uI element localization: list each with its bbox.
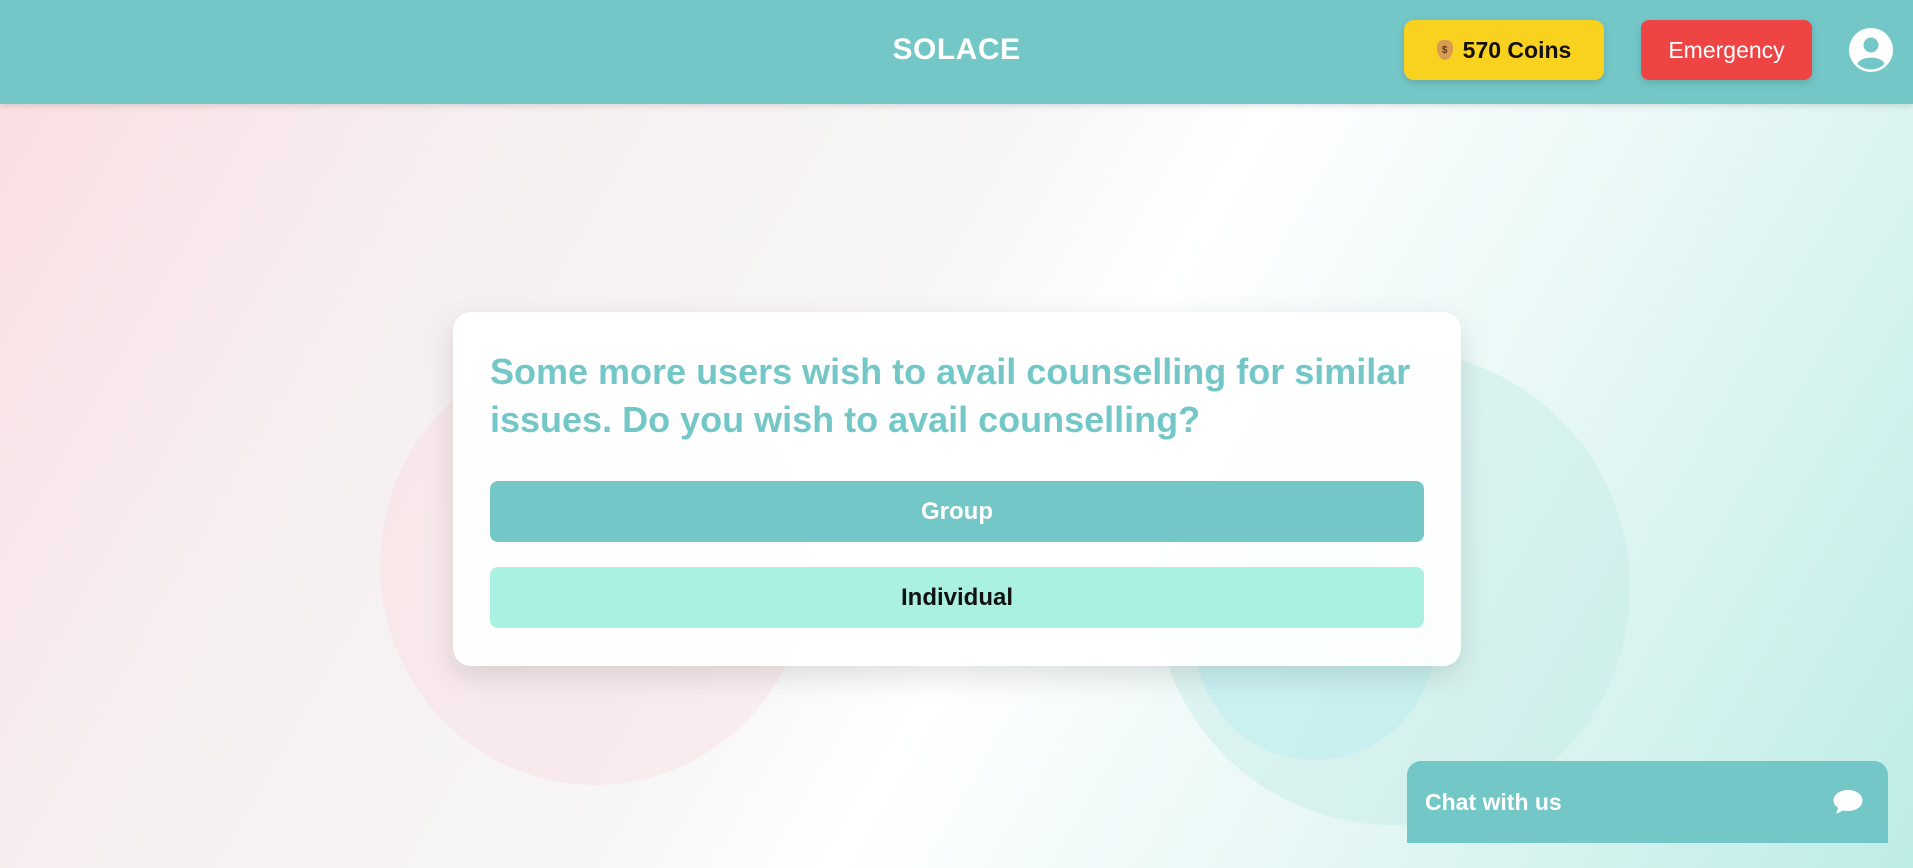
top-header: SOLACE $ 570 Coins Emergency [0,0,1913,104]
chat-widget[interactable]: Chat with us [1407,761,1888,843]
user-circle-icon [1849,28,1893,72]
coins-label: 570 Coins [1462,36,1572,63]
individual-option-button[interactable]: Individual [490,567,1424,628]
counselling-card: Some more users wish to avail counsellin… [453,312,1461,666]
brand-title: SOLACE [892,33,1021,66]
emergency-label: Emergency [1668,36,1785,63]
individual-option-label: Individual [900,583,1013,611]
money-bag-icon: $ [1436,40,1453,60]
group-option-button[interactable]: Group [490,481,1424,542]
coins-button[interactable]: $ 570 Coins [1404,20,1604,80]
group-option-label: Group [921,497,993,525]
counselling-question: Some more users wish to avail counsellin… [490,351,1411,440]
profile-button[interactable] [1849,28,1893,72]
speech-bubble-icon [1833,790,1863,814]
emergency-button[interactable]: Emergency [1641,20,1812,80]
chat-label: Chat with us [1425,789,1562,815]
